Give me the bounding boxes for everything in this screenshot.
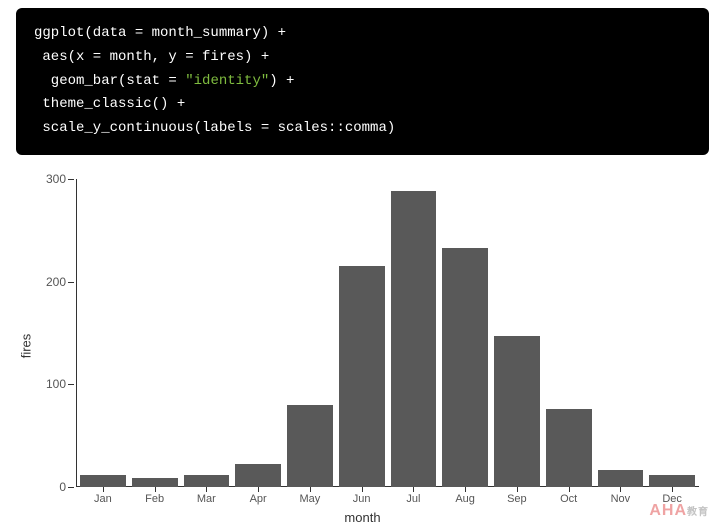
x-tick: Oct bbox=[546, 487, 592, 507]
watermark-sub: 教育 bbox=[687, 507, 709, 518]
x-tick-mark bbox=[103, 487, 104, 492]
watermark-main: AHA bbox=[649, 502, 687, 519]
code-line: theme_classic() + bbox=[34, 93, 691, 117]
bar bbox=[442, 248, 488, 487]
x-tick-label: Aug bbox=[455, 493, 475, 505]
bar bbox=[649, 475, 695, 487]
x-tick-mark bbox=[517, 487, 518, 492]
x-tick: Apr bbox=[235, 487, 281, 507]
x-tick-mark bbox=[465, 487, 466, 492]
code-text: geom_bar(stat = bbox=[34, 73, 185, 89]
x-tick-mark bbox=[206, 487, 207, 492]
x-tick-label: Nov bbox=[611, 493, 631, 505]
x-tick-label: Jun bbox=[353, 493, 371, 505]
x-tick: May bbox=[287, 487, 333, 507]
y-tick-label: 300 bbox=[46, 172, 76, 186]
code-line: geom_bar(stat = "identity") + bbox=[34, 70, 691, 94]
x-tick-label: Apr bbox=[250, 493, 267, 505]
x-ticks: JanFebMarAprMayJunJulAugSepOctNovDec bbox=[76, 487, 699, 507]
x-tick-label: Sep bbox=[507, 493, 527, 505]
code-text: ) + bbox=[269, 73, 294, 89]
bar bbox=[339, 266, 385, 487]
x-tick-label: Feb bbox=[145, 493, 164, 505]
x-tick: Jul bbox=[391, 487, 437, 507]
x-tick-label: May bbox=[299, 493, 320, 505]
chart: fires month 0100200300 JanFebMarAprMayJu… bbox=[16, 171, 709, 521]
x-tick-mark bbox=[413, 487, 414, 492]
code-block: ggplot(data = month_summary) + aes(x = m… bbox=[16, 8, 709, 155]
bar bbox=[132, 478, 178, 487]
x-tick-label: Mar bbox=[197, 493, 216, 505]
x-tick: Jun bbox=[339, 487, 385, 507]
x-tick-label: Oct bbox=[560, 493, 577, 505]
x-tick-label: Jul bbox=[406, 493, 420, 505]
x-tick-mark bbox=[620, 487, 621, 492]
x-tick: Jan bbox=[80, 487, 126, 507]
x-tick: Feb bbox=[132, 487, 178, 507]
bar bbox=[184, 475, 230, 487]
y-tick-label: 0 bbox=[59, 480, 76, 494]
x-tick-mark bbox=[258, 487, 259, 492]
bar bbox=[391, 191, 437, 487]
watermark: AHA教育 bbox=[649, 502, 709, 520]
code-line: scale_y_continuous(labels = scales::comm… bbox=[34, 117, 691, 141]
plot-area: 0100200300 JanFebMarAprMayJunJulAugSepOc… bbox=[76, 179, 699, 487]
code-string: "identity" bbox=[185, 73, 269, 89]
bar bbox=[598, 470, 644, 487]
bar bbox=[287, 405, 333, 487]
x-tick-mark bbox=[310, 487, 311, 492]
x-tick: Sep bbox=[494, 487, 540, 507]
x-tick: Aug bbox=[442, 487, 488, 507]
y-tick-label: 100 bbox=[46, 377, 76, 391]
x-tick-mark bbox=[672, 487, 673, 492]
code-line: ggplot(data = month_summary) + bbox=[34, 22, 691, 46]
y-tick-label: 200 bbox=[46, 275, 76, 289]
y-axis-label: fires bbox=[19, 334, 34, 359]
bar bbox=[235, 464, 281, 487]
code-line: aes(x = month, y = fires) + bbox=[34, 46, 691, 70]
bar bbox=[494, 336, 540, 487]
x-tick: Nov bbox=[598, 487, 644, 507]
x-tick-mark bbox=[569, 487, 570, 492]
x-axis-label: month bbox=[344, 510, 380, 525]
x-tick: Mar bbox=[184, 487, 230, 507]
bar bbox=[546, 409, 592, 487]
x-tick-label: Jan bbox=[94, 493, 112, 505]
bar bbox=[80, 475, 126, 487]
x-tick-mark bbox=[155, 487, 156, 492]
bars bbox=[76, 179, 699, 487]
x-tick-mark bbox=[362, 487, 363, 492]
